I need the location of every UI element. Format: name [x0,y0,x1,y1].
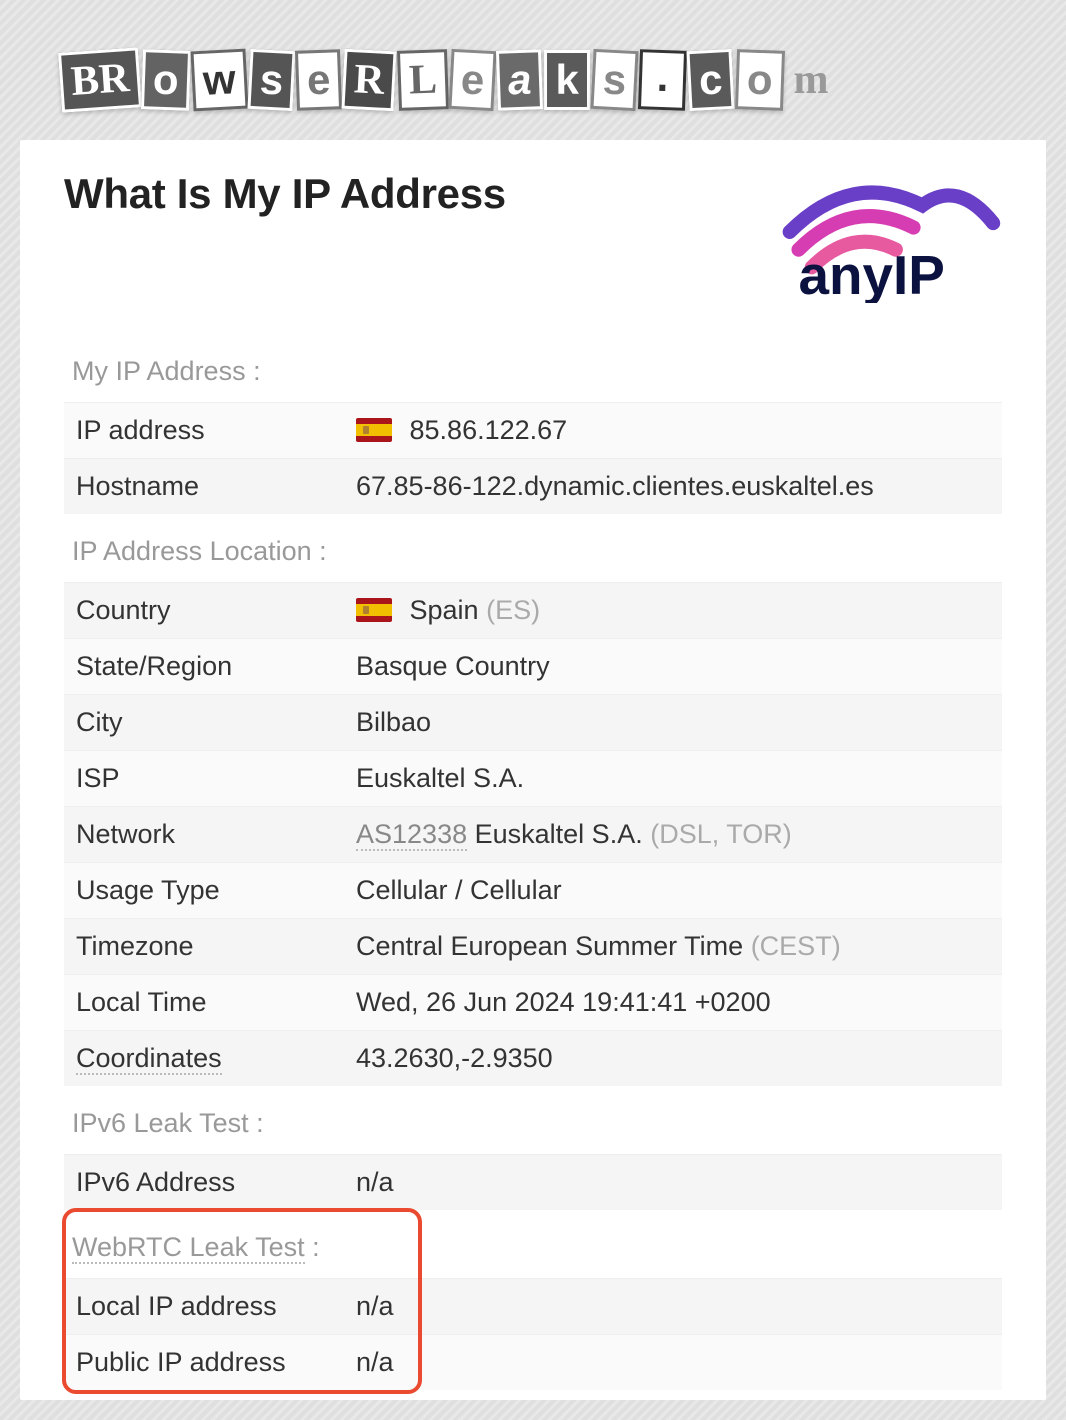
row-hostname: Hostname 67.85-86-122.dynamic.clientes.e… [64,458,1002,514]
value-webrtc-public: n/a [344,1334,1002,1390]
label-timezone: Timezone [64,918,344,974]
row-timezone: Timezone Central European Summer Time (C… [64,918,1002,974]
label-country: Country [64,582,344,638]
label-webrtc-public: Public IP address [64,1334,344,1390]
label-network: Network [64,806,344,862]
page-title: What Is My IP Address [64,170,506,218]
row-local-time: Local Time Wed, 26 Jun 2024 19:41:41 +02… [64,974,1002,1030]
value-timezone: Central European Summer Time [356,931,743,961]
section-ipv6-leak: IPv6 Leak Test : [64,1098,272,1150]
section-location: IP Address Location : [64,526,335,578]
row-network: Network AS12338 Euskaltel S.A. (DSL, TOR… [64,806,1002,862]
value-network-tags: (DSL, TOR) [650,819,792,849]
label-local-time: Local Time [64,974,344,1030]
value-isp: Euskaltel S.A. [344,750,1002,806]
value-network-name: Euskaltel S.A. [475,819,643,849]
value-local-time: Wed, 26 Jun 2024 19:41:41 +0200 [344,974,1002,1030]
value-state: Basque Country [344,638,1002,694]
svg-text:anyIP: anyIP [799,244,945,303]
label-ipv6-address: IPv6 Address [64,1154,344,1210]
value-country: Spain [410,595,479,625]
value-country-code: (ES) [486,595,540,625]
row-city: City Bilbao [64,694,1002,750]
sponsor-logo-anyip[interactable]: anyIP [772,170,1002,308]
site-logo[interactable]: BRowseRLeaks.com [20,20,1046,140]
value-city: Bilbao [344,694,1002,750]
section-my-ip: My IP Address : [64,346,269,398]
label-usage-type: Usage Type [64,862,344,918]
value-timezone-code: (CEST) [751,931,841,961]
value-coordinates: 43.2630,-2.9350 [344,1030,1002,1086]
label-city: City [64,694,344,750]
value-hostname: 67.85-86-122.dynamic.clientes.euskaltel.… [344,458,1002,514]
label-state: State/Region [64,638,344,694]
row-country: Country Spain (ES) [64,582,1002,638]
label-isp: ISP [64,750,344,806]
row-ipv6-address: IPv6 Address n/a [64,1154,1002,1210]
row-usage-type: Usage Type Cellular / Cellular [64,862,1002,918]
row-state: State/Region Basque Country [64,638,1002,694]
row-isp: ISP Euskaltel S.A. [64,750,1002,806]
row-coordinates: Coordinates 43.2630,-2.9350 [64,1030,1002,1086]
label-hostname: Hostname [64,458,344,514]
spain-flag-icon [356,598,392,622]
asn-link[interactable]: AS12338 [356,819,467,851]
value-ip-address: 85.86.122.67 [410,415,568,445]
spain-flag-icon [356,418,392,442]
ip-info-card: What Is My IP Address anyIP My IP Addres… [20,140,1046,1400]
value-ipv6-address: n/a [344,1154,1002,1210]
row-webrtc-public: Public IP address n/a [64,1334,1002,1390]
row-ip-address: IP address 85.86.122.67 [64,402,1002,458]
section-webrtc-leak: WebRTC Leak Test : [64,1222,328,1274]
value-usage-type: Cellular / Cellular [344,862,1002,918]
label-coordinates: Coordinates [76,1043,222,1075]
label-ip-address: IP address [64,402,344,458]
